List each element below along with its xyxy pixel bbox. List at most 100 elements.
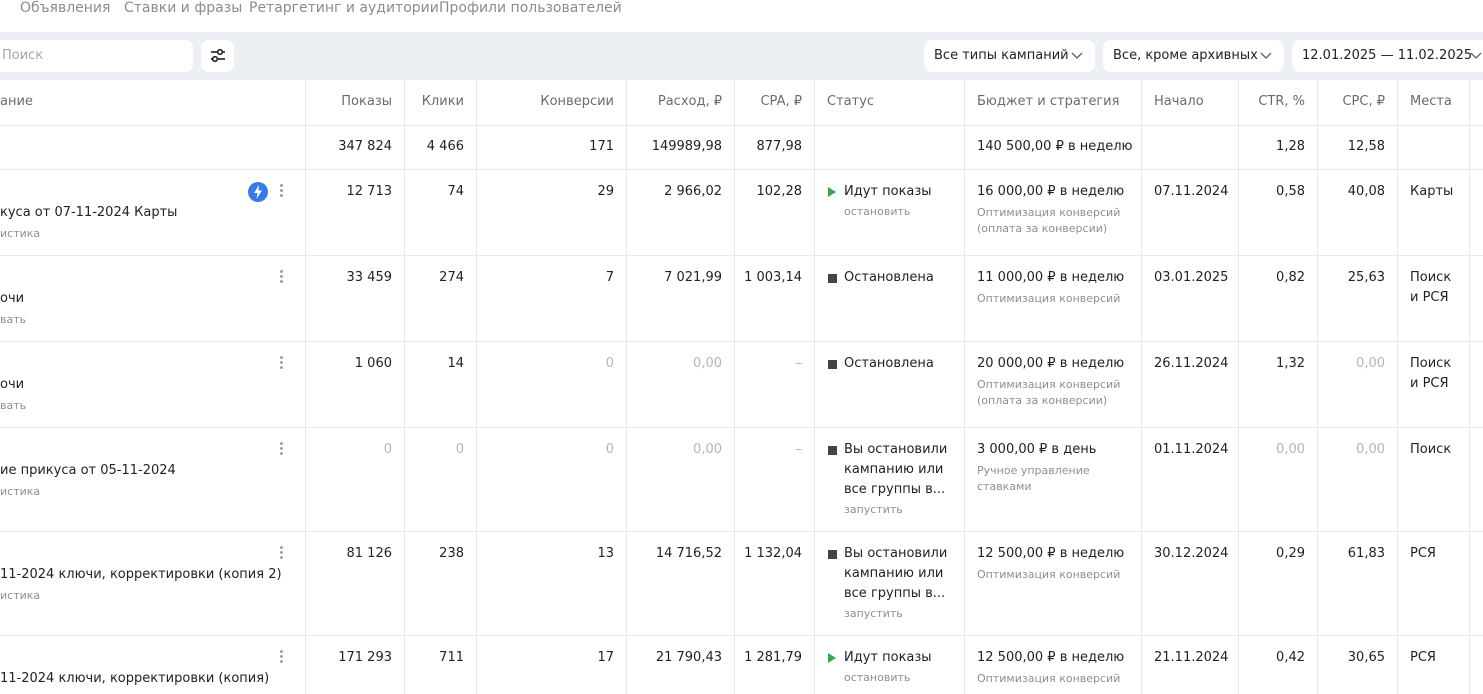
places-cell: РСЯ: [1410, 546, 1436, 561]
spend-cell: 14 716,52: [655, 546, 722, 561]
table-row[interactable]: ие прикуса от 05-11-2024 истика 0 0 0 0,…: [0, 427, 1483, 532]
clicks-cell: 711: [439, 650, 464, 665]
stop-campaign-link[interactable]: остановить: [844, 671, 910, 684]
status-text-3: все группы в...: [844, 586, 946, 601]
strategy-text: Оптимизация конверсий: [977, 206, 1121, 219]
places-cell: Карты: [1410, 184, 1454, 199]
campaign-sub-link[interactable]: истика: [0, 226, 40, 242]
start-campaign-link[interactable]: запустить: [844, 607, 903, 620]
status-text-2: кампанию или: [844, 462, 944, 477]
cpa-cell: 1 132,04: [744, 546, 802, 561]
budget-cell: 16 000,00 ₽ в неделю: [977, 184, 1125, 199]
impressions-cell: 171 293: [338, 650, 392, 665]
strategy-text-2: (оплата за конверсии): [977, 394, 1108, 407]
spend-cell: 2 966,02: [664, 184, 722, 199]
strategy-text: Ручное управление: [977, 464, 1090, 477]
cpc-cell: 0,00: [1356, 442, 1385, 457]
col-impressions[interactable]: Показы: [341, 94, 392, 109]
col-clicks[interactable]: Клики: [422, 94, 464, 109]
strategy-text-2: ставками: [977, 480, 1032, 493]
campaign-name-link[interactable]: 11-2024 ключи, корректировки (копия 2): [0, 567, 282, 582]
campaign-sub-link[interactable]: вать: [0, 312, 26, 328]
campaign-sub-link[interactable]: истика: [0, 484, 40, 500]
table-row[interactable]: очи вать 1 060 14 0 0,00 – Остановлена 2…: [0, 341, 1483, 428]
conversions-cell: 17: [597, 650, 614, 665]
col-budget[interactable]: Бюджет и стратегия: [977, 94, 1119, 109]
campaign-sub-link[interactable]: истика: [0, 588, 40, 604]
status-text: Остановлена: [844, 356, 934, 371]
conversions-cell: 7: [605, 270, 614, 285]
start-date-cell: 30.12.2024: [1154, 546, 1229, 561]
clicks-cell: 74: [447, 184, 464, 199]
campaign-name-link[interactable]: куса от 07-11-2024 Карты: [0, 205, 177, 220]
tab-user-profiles[interactable]: Профили пользователей: [439, 0, 622, 17]
strategy-text: Оптимизация конверсий: [977, 568, 1121, 581]
table-row[interactable]: куса от 07-11-2024 Карты истика 12 713 7…: [0, 169, 1483, 256]
kebab-menu-icon[interactable]: [280, 356, 284, 371]
stop-icon: [828, 360, 837, 369]
kebab-menu-icon[interactable]: [280, 270, 284, 285]
spend-cell: 21 790,43: [655, 650, 722, 665]
conversions-cell: 0: [605, 356, 614, 371]
status-text: Идут показы: [844, 650, 932, 665]
status-text-2: кампанию или: [844, 566, 944, 581]
tab-ads[interactable]: Объявления: [20, 0, 110, 17]
search-input[interactable]: Поиск: [0, 40, 193, 72]
campaign-type-value: Все типы кампаний: [934, 48, 1069, 63]
campaign-name-link[interactable]: очи: [0, 291, 24, 306]
tab-bids-phrases[interactable]: Ставки и фразы: [124, 0, 242, 17]
col-cpc[interactable]: CPC, ₽: [1342, 94, 1385, 109]
col-ctr[interactable]: CTR, %: [1258, 94, 1305, 109]
cpc-cell: 30,65: [1347, 650, 1385, 665]
chevron-down-icon: [1260, 52, 1272, 59]
play-icon: [828, 653, 836, 663]
date-range-select[interactable]: 12.01.2025 — 11.02.2025: [1292, 40, 1483, 72]
conversions-cell: 29: [597, 184, 614, 199]
col-conversions[interactable]: Конверсии: [540, 94, 614, 109]
filter-settings-button[interactable]: [201, 40, 234, 72]
stop-icon: [828, 446, 837, 455]
col-status[interactable]: Статус: [827, 94, 874, 109]
stop-campaign-link[interactable]: остановить: [844, 205, 910, 218]
clicks-cell: 238: [439, 546, 464, 561]
archive-filter-value: Все, кроме архивных: [1113, 48, 1258, 63]
archive-filter-select[interactable]: Все, кроме архивных: [1103, 40, 1284, 72]
strategy-text: Оптимизация конверсий: [977, 378, 1121, 391]
campaign-name-link[interactable]: очи: [0, 377, 24, 392]
impressions-cell: 81 126: [346, 546, 393, 561]
places-cell-2: и РСЯ: [1410, 376, 1449, 391]
kebab-menu-icon[interactable]: [280, 442, 284, 457]
budget-cell: 3 000,00 ₽ в день: [977, 442, 1097, 457]
budget-cell: 20 000,00 ₽ в неделю: [977, 356, 1125, 371]
kebab-menu-icon[interactable]: [280, 184, 284, 199]
places-cell: Поиск: [1410, 270, 1452, 285]
strategy-text-2: (оплата за конверсии): [977, 222, 1108, 235]
col-name[interactable]: ание: [0, 94, 33, 109]
cpa-cell: 1 281,79: [744, 650, 802, 665]
total-cpa: 877,98: [756, 139, 803, 154]
cpc-cell: 40,08: [1347, 184, 1385, 199]
places-cell-2: и РСЯ: [1410, 290, 1449, 305]
start-campaign-link[interactable]: запустить: [844, 503, 903, 516]
kebab-menu-icon[interactable]: [280, 546, 284, 561]
col-start[interactable]: Начало: [1154, 94, 1204, 109]
campaign-type-select[interactable]: Все типы кампаний: [924, 40, 1095, 72]
stop-icon: [828, 274, 837, 283]
ctr-cell: 0,82: [1276, 270, 1305, 285]
lightning-icon[interactable]: [248, 182, 268, 202]
col-cpa[interactable]: CPA, ₽: [760, 94, 802, 109]
col-places[interactable]: Места: [1410, 94, 1452, 109]
table-row[interactable]: 11-2024 ключи, корректировки (копия) 171…: [0, 635, 1483, 694]
table-row[interactable]: очи вать 33 459 274 7 7 021,99 1 003,14 …: [0, 255, 1483, 342]
table-row[interactable]: 11-2024 ключи, корректировки (копия 2) и…: [0, 531, 1483, 636]
status-text: Вы остановили: [844, 546, 948, 561]
impressions-cell: 1 060: [354, 356, 392, 371]
campaign-sub-link[interactable]: вать: [0, 398, 26, 414]
search-placeholder: Поиск: [2, 48, 44, 63]
spend-cell: 0,00: [693, 356, 722, 371]
col-spend[interactable]: Расход, ₽: [658, 94, 722, 109]
campaign-name-link[interactable]: 11-2024 ключи, корректировки (копия): [0, 671, 269, 686]
campaign-name-link[interactable]: ие прикуса от 05-11-2024: [0, 463, 176, 478]
tab-retargeting[interactable]: Ретаргетинг и аудитории: [249, 0, 439, 17]
kebab-menu-icon[interactable]: [280, 650, 284, 665]
